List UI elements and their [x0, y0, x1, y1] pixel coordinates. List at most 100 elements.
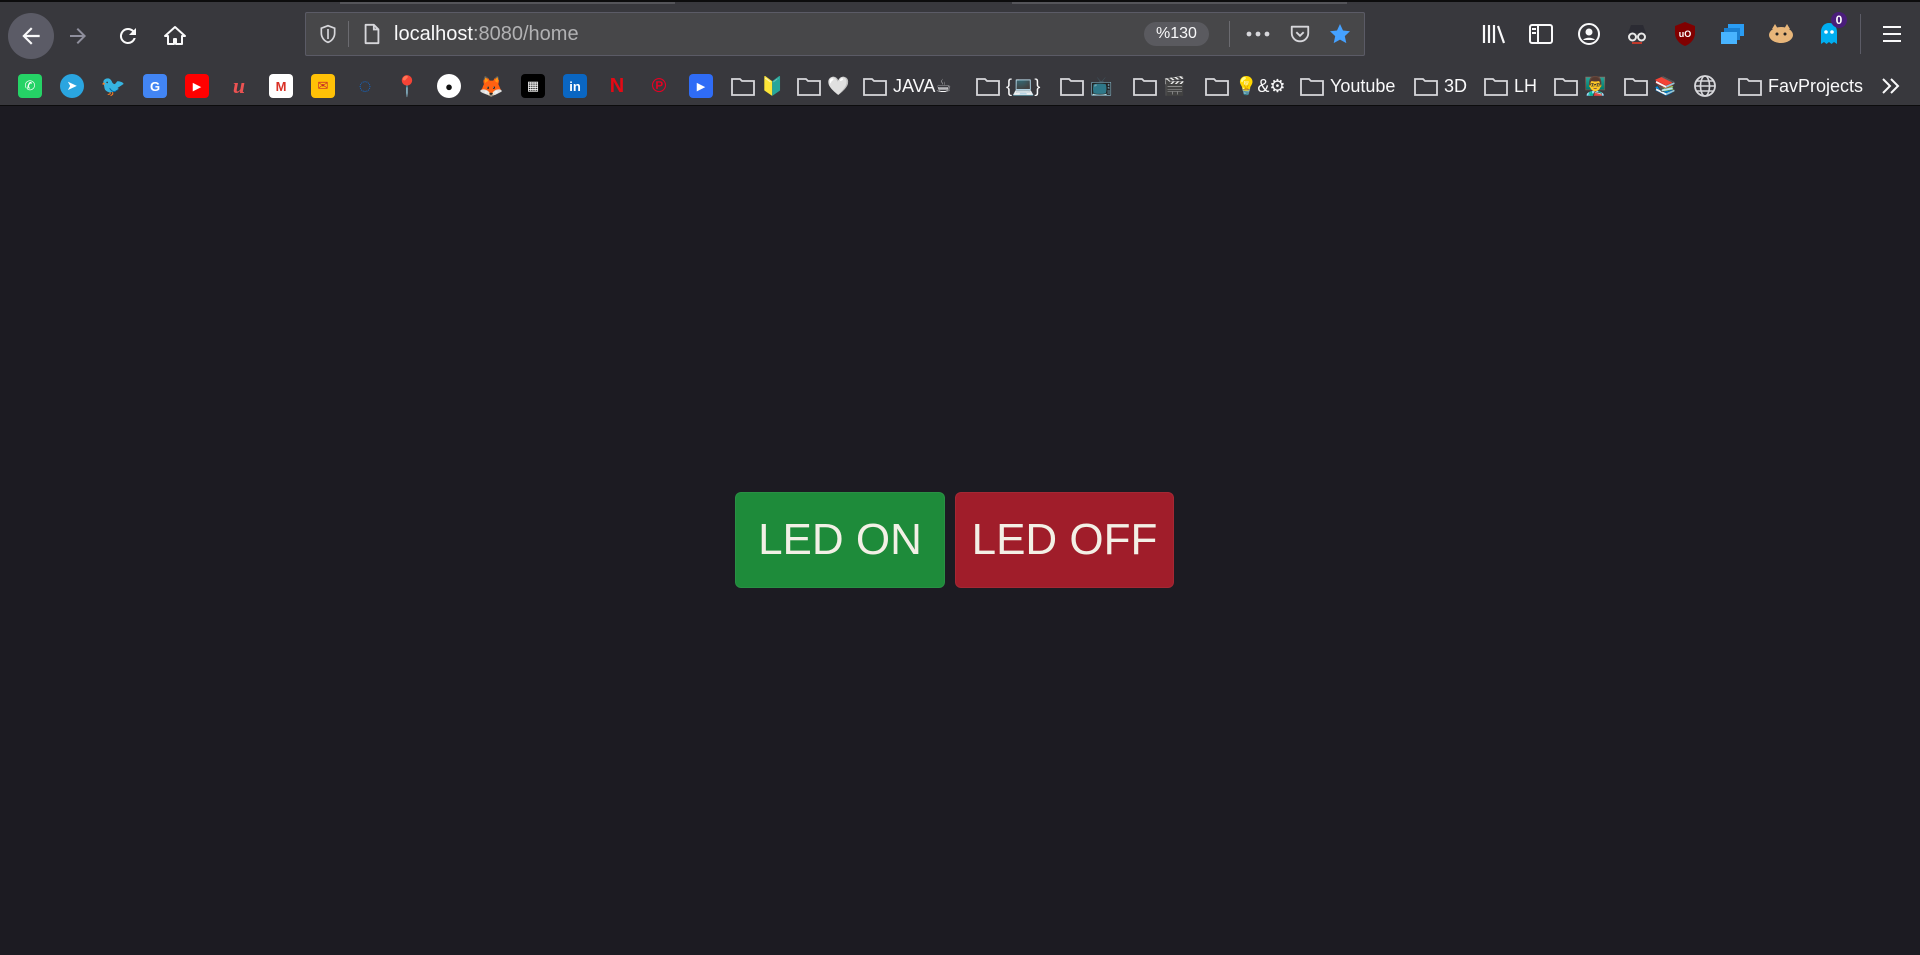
- ublock-origin-icon[interactable]: uO: [1667, 16, 1703, 52]
- bookmark-folder-label: 💡&⚙: [1235, 75, 1286, 96]
- whatsapp-icon: ✆: [18, 74, 42, 98]
- pinterest-icon: ℗: [651, 74, 667, 97]
- folder-icon: [1624, 78, 1648, 96]
- url-text[interactable]: localhost:8080/home: [394, 23, 579, 46]
- bookmark-folder[interactable]: LH: [1484, 72, 1537, 100]
- bookmark-gmail[interactable]: M: [269, 72, 293, 100]
- folder-icon: [731, 78, 755, 96]
- swirl-icon: ◌: [358, 73, 372, 98]
- bookmarks-toolbar: ✆ ➤ 🐦 G ▶ u M ✉ ◌ 📍 ● 🦊 ▦ in N ℗ ▶ 🔰 🤍 J…: [0, 66, 1920, 106]
- bookmark-qr[interactable]: ▦: [521, 72, 545, 100]
- bookmark-folder-label: FavProjects: [1768, 75, 1864, 96]
- bookmark-udemy[interactable]: u: [227, 72, 251, 100]
- double-chevron-right-icon: [1882, 78, 1900, 94]
- library-icon[interactable]: [1476, 16, 1512, 52]
- bookmark-folder-label: JAVA☕: [893, 75, 952, 96]
- url-divider: [1229, 21, 1230, 47]
- home-button[interactable]: [153, 14, 197, 58]
- gitlab-icon: 🦊: [478, 75, 504, 98]
- bookmark-google-maps[interactable]: 📍: [395, 72, 420, 100]
- bookmark-folder[interactable]: 📺: [1060, 72, 1112, 100]
- notification-count: 0: [1831, 12, 1847, 28]
- folder-icon: [1738, 78, 1762, 96]
- bookmark-folder[interactable]: {💻}: [976, 72, 1040, 100]
- bookmark-folder-label: Youtube: [1330, 75, 1396, 96]
- folder-icon: [1133, 78, 1157, 96]
- bookmark-mail[interactable]: ✉: [311, 72, 335, 100]
- bookmark-folder-label: 3D: [1444, 75, 1468, 96]
- bookmark-star-icon[interactable]: [1322, 13, 1358, 55]
- bookmark-folder[interactable]: JAVA☕: [863, 72, 951, 100]
- bookmark-folder[interactable]: 👨‍🏫: [1554, 72, 1606, 100]
- bookmark-twitter[interactable]: 🐦: [101, 72, 126, 100]
- telegram-icon: ➤: [60, 74, 84, 98]
- folder-icon: [1205, 78, 1229, 96]
- url-divider: [348, 21, 349, 47]
- page-content: LED ON LED OFF: [0, 106, 1920, 955]
- bookmark-folder-label: 📺: [1090, 75, 1113, 96]
- bookmark-folder-label: 🔰: [761, 75, 784, 96]
- browser-window: localhost:8080/home %130 uO 0 ✆ ➤ 🐦 G ▶ …: [0, 0, 1920, 955]
- bookmark-folder-label: {💻}: [1006, 75, 1041, 96]
- bookmark-folder[interactable]: 🎬: [1133, 72, 1185, 100]
- bookmark-folder-label: 🤍: [827, 75, 850, 96]
- mail-icon: ✉: [311, 74, 335, 98]
- bookmark-netflix[interactable]: N: [605, 72, 629, 100]
- folder-icon: [863, 78, 887, 96]
- bookmark-folder-label: 📚: [1654, 75, 1677, 96]
- github-icon: ●: [437, 74, 461, 98]
- page-info-icon[interactable]: [354, 13, 390, 55]
- bookmark-folder[interactable]: 📚: [1624, 72, 1676, 100]
- url-path: :8080/home: [472, 23, 579, 45]
- bookmark-github[interactable]: ●: [437, 72, 461, 100]
- sidebar-toggle-icon[interactable]: [1523, 16, 1559, 52]
- bookmark-google-translate[interactable]: G: [143, 72, 167, 100]
- arrow-right-icon: [70, 28, 86, 44]
- bookmark-gitlab[interactable]: 🦊: [478, 72, 504, 100]
- netflix-icon: N: [609, 74, 625, 97]
- bookmark-linkedin[interactable]: in: [563, 72, 587, 100]
- pocket-icon[interactable]: [1282, 13, 1318, 55]
- bookmark-folder[interactable]: Youtube: [1300, 72, 1395, 100]
- bookmark-folder[interactable]: FavProjects: [1738, 72, 1863, 100]
- menu-icon[interactable]: [1874, 16, 1910, 52]
- folder-icon: [1484, 78, 1508, 96]
- extension-spy-icon[interactable]: [1619, 16, 1655, 52]
- reload-button[interactable]: [106, 14, 150, 58]
- bookmark-youtube[interactable]: ▶: [185, 72, 209, 100]
- bookmark-globe[interactable]: [1693, 72, 1717, 100]
- tracking-protection-icon[interactable]: [310, 13, 346, 55]
- bookmark-folder[interactable]: 3D: [1414, 72, 1467, 100]
- back-button[interactable]: [8, 13, 54, 59]
- extension-windows-icon[interactable]: [1715, 16, 1751, 52]
- folder-icon: [1300, 78, 1324, 96]
- page-actions-icon[interactable]: [1240, 13, 1276, 55]
- bookmark-video[interactable]: ▶: [689, 72, 713, 100]
- folder-icon: [1414, 78, 1438, 96]
- bookmark-folder-label: 🎬: [1163, 75, 1186, 96]
- bookmark-pinterest[interactable]: ℗: [647, 72, 671, 100]
- navigation-toolbar: localhost:8080/home %130 uO 0: [0, 0, 1920, 66]
- account-icon[interactable]: [1571, 16, 1607, 52]
- forward-button[interactable]: [56, 14, 100, 58]
- bookmark-folder-label: LH: [1514, 75, 1538, 96]
- reload-icon: [119, 27, 136, 44]
- linkedin-icon: in: [563, 74, 587, 98]
- bookmark-whatsapp[interactable]: ✆: [18, 72, 42, 100]
- arrow-left-icon: [22, 27, 40, 45]
- bookmarks-overflow-button[interactable]: [1880, 72, 1902, 100]
- bookmark-telegram[interactable]: ➤: [60, 72, 84, 100]
- led-off-button[interactable]: LED OFF: [955, 492, 1174, 588]
- bookmark-folder[interactable]: 💡&⚙: [1205, 72, 1286, 100]
- tab-strip-indicator: [340, 2, 675, 4]
- address-bar[interactable]: localhost:8080/home %130: [305, 12, 1365, 56]
- bookmark-folder[interactable]: 🤍: [797, 72, 849, 100]
- tab-strip-indicator: [1012, 2, 1347, 4]
- zoom-indicator[interactable]: %130: [1144, 22, 1209, 46]
- extension-ghostery-icon[interactable]: 0: [1811, 12, 1847, 52]
- bookmark-opera[interactable]: ◌: [353, 72, 377, 100]
- extension-cat-icon[interactable]: [1763, 16, 1799, 52]
- bookmark-folder-label: 👨‍🏫: [1584, 75, 1607, 96]
- bookmark-folder[interactable]: 🔰: [731, 72, 783, 100]
- led-on-button[interactable]: LED ON: [735, 492, 945, 588]
